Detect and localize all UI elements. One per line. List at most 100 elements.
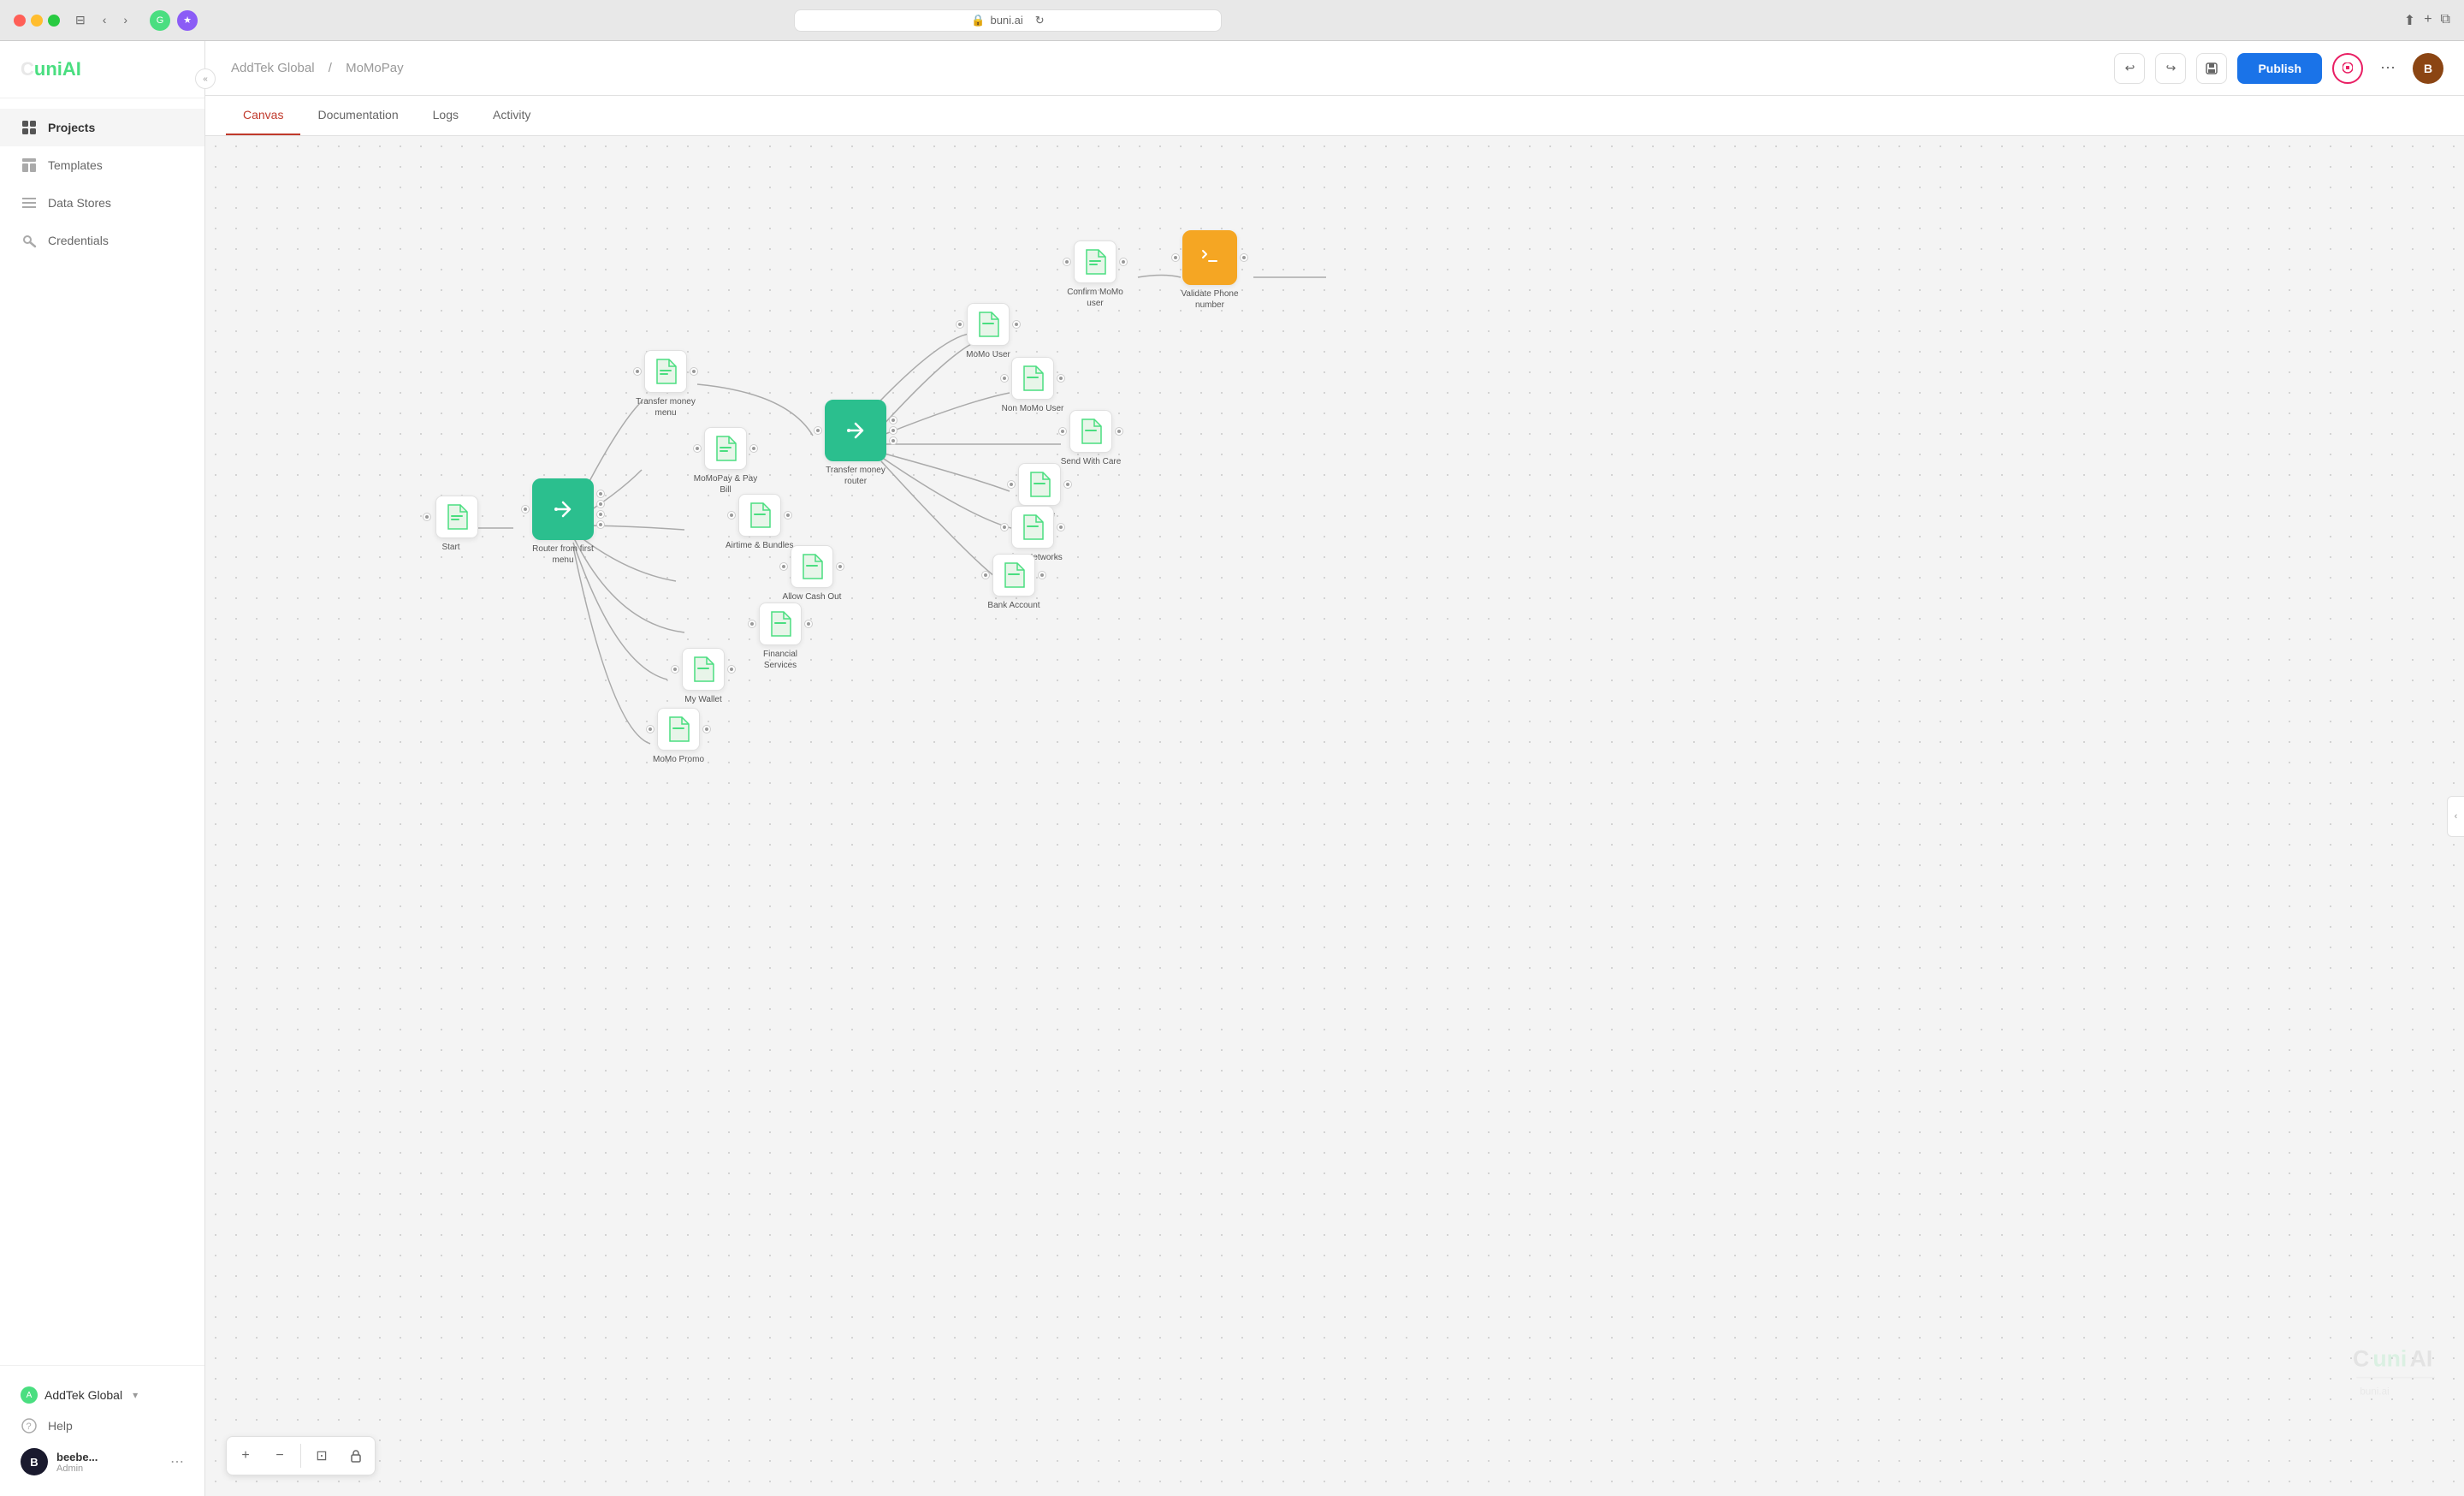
node-bank-account[interactable]: Bank Account: [982, 554, 1045, 611]
tab-activity[interactable]: Activity: [476, 96, 548, 135]
sidebar-logo: CuniAI: [0, 41, 204, 98]
node-dot-promo-in: [647, 726, 654, 733]
redo-button[interactable]: ↪: [2155, 53, 2186, 84]
node-financial[interactable]: Financial Services: [746, 603, 814, 671]
node-momopay-label: MoMoPay & Pay Bill: [691, 473, 760, 496]
traffic-lights: [14, 15, 60, 27]
node-dot-router-first-out-4: [597, 521, 604, 528]
lock-button[interactable]: [341, 1440, 371, 1471]
canvas-right-collapse[interactable]: ‹: [2447, 796, 2464, 837]
node-airtime[interactable]: Airtime & Bundles: [726, 494, 793, 551]
help-icon: ?: [21, 1417, 38, 1434]
workspace-label: AddTek Global: [44, 1388, 122, 1402]
node-send-care[interactable]: Send With Care: [1059, 410, 1122, 467]
node-cashout-label: Allow Cash Out: [783, 591, 842, 603]
node-transfer-router[interactable]: Transfer money router: [814, 400, 897, 487]
node-confirm-label: Confirm MoMo user: [1061, 287, 1129, 309]
node-start[interactable]: Start: [424, 496, 478, 553]
node-validate-label: Validate Phone number: [1176, 288, 1244, 311]
save-button[interactable]: [2196, 53, 2227, 84]
node-dot-non-momo-in: [1001, 375, 1008, 382]
node-dot-wallet-out: [728, 666, 735, 673]
topbar-actions: ↩ ↪ Publish ⋯ B: [2114, 52, 2443, 84]
play-button[interactable]: [2332, 53, 2363, 84]
node-dot-confirm-in: [1063, 258, 1070, 265]
node-dot-momo-user-in: [957, 321, 963, 328]
credentials-icon: [21, 232, 38, 249]
user-more-button[interactable]: ⋯: [170, 1453, 184, 1470]
credentials-label: Credentials: [48, 234, 109, 247]
browser-navigation: ⊟ ‹ ›: [70, 11, 133, 29]
tab-documentation[interactable]: Documentation: [300, 96, 415, 135]
node-dot-airtime-in: [728, 512, 735, 519]
sidebar-item-projects[interactable]: Projects: [0, 109, 204, 146]
sidebar-collapse-button[interactable]: «: [195, 68, 216, 89]
url-text: buni.ai: [990, 14, 1022, 27]
node-router-first[interactable]: Router from first menu: [522, 478, 604, 566]
publish-button[interactable]: Publish: [2237, 53, 2322, 84]
node-momo-promo[interactable]: MoMo Promo: [647, 708, 710, 765]
svg-text:buni.ai: buni.ai: [2360, 1386, 2389, 1398]
node-non-momo-label: Non MoMo User: [1002, 403, 1064, 414]
more-menu-button[interactable]: ⋯: [2373, 52, 2402, 84]
user-info: beebe... Admin: [56, 1451, 162, 1474]
undo-button[interactable]: ↩: [2114, 53, 2145, 84]
node-momopay-bill[interactable]: MoMoPay & Pay Bill: [691, 427, 760, 496]
canvas-toolbar: + − ⊡: [226, 1436, 376, 1475]
node-momo-user[interactable]: MoMo User: [957, 303, 1020, 360]
sidebar-item-credentials[interactable]: Credentials: [0, 222, 204, 259]
node-transfer-router-label: Transfer money router: [821, 465, 890, 487]
main-content: AddTek Global / MoMoPay ↩ ↪ Publish: [205, 41, 2464, 1496]
minimize-button[interactable]: [31, 15, 43, 27]
maximize-button[interactable]: [48, 15, 60, 27]
tab-canvas[interactable]: Canvas: [226, 96, 300, 135]
node-dot-wallet-in: [672, 666, 678, 673]
back-icon[interactable]: ‹: [98, 11, 112, 29]
workspace-selector[interactable]: A AddTek Global ▾: [21, 1380, 184, 1410]
sidebar-item-templates[interactable]: Templates: [0, 146, 204, 184]
sidebar-item-data-stores[interactable]: Data Stores: [0, 184, 204, 222]
node-dot-transfer-menu-in: [634, 368, 641, 375]
node-dot-financial-out: [805, 620, 812, 627]
node-dot-transfer-router-in: [814, 427, 821, 434]
node-dot-validate-in: [1172, 254, 1179, 261]
breadcrumb-separator: /: [329, 61, 332, 75]
validate-phone-icon: [1194, 242, 1225, 273]
close-button[interactable]: [14, 15, 26, 27]
node-validate-phone[interactable]: Validate Phone number: [1172, 230, 1247, 311]
sidebar-item-help[interactable]: ? Help: [21, 1410, 184, 1441]
forward-icon[interactable]: ›: [118, 11, 133, 29]
logo-text: CuniAI: [21, 58, 184, 80]
extension-icon-1[interactable]: G: [150, 10, 170, 31]
node-dot-transfer-router-out-3: [890, 437, 897, 444]
node-transfer-menu[interactable]: Transfer money menu: [631, 350, 700, 419]
node-my-wallet[interactable]: My Wallet: [672, 648, 735, 705]
fit-view-button[interactable]: ⊡: [306, 1440, 337, 1471]
share-icon[interactable]: ⬆: [2404, 12, 2415, 29]
svg-text:?: ?: [27, 1422, 32, 1432]
node-confirm-momo[interactable]: Confirm MoMo user: [1061, 240, 1129, 309]
toolbar-separator: [300, 1444, 301, 1468]
node-dot-send-care-in: [1059, 428, 1066, 435]
svg-text:AI: AI: [2410, 1345, 2433, 1371]
svg-text:uni: uni: [2372, 1345, 2407, 1371]
new-tab-icon[interactable]: +: [2424, 12, 2431, 29]
address-bar[interactable]: 🔒 buni.ai ↻: [794, 9, 1222, 32]
node-dot-other-out: [1057, 524, 1064, 531]
canvas-area[interactable]: Start: [205, 136, 2464, 1496]
start-icon: [445, 502, 469, 532]
zoom-in-button[interactable]: +: [230, 1440, 261, 1471]
zoom-out-button[interactable]: −: [264, 1440, 295, 1471]
node-non-momo-user[interactable]: Non MoMo User: [1001, 357, 1064, 414]
sidebar: « CuniAI Projects: [0, 41, 205, 1496]
refresh-icon[interactable]: ↻: [1035, 14, 1045, 27]
tabs-icon[interactable]: ⧉: [2441, 12, 2450, 29]
sidebar-toggle-icon[interactable]: ⊟: [70, 11, 91, 29]
extension-icon-2[interactable]: ★: [177, 10, 198, 31]
node-dot-transfer-menu-out: [690, 368, 697, 375]
tab-logs[interactable]: Logs: [416, 96, 476, 135]
node-bank-label: Bank Account: [987, 600, 1040, 611]
node-dot-financial-in: [749, 620, 755, 627]
node-promo-label: MoMo Promo: [653, 754, 704, 765]
node-allow-cash-out[interactable]: Allow Cash Out: [780, 545, 844, 603]
